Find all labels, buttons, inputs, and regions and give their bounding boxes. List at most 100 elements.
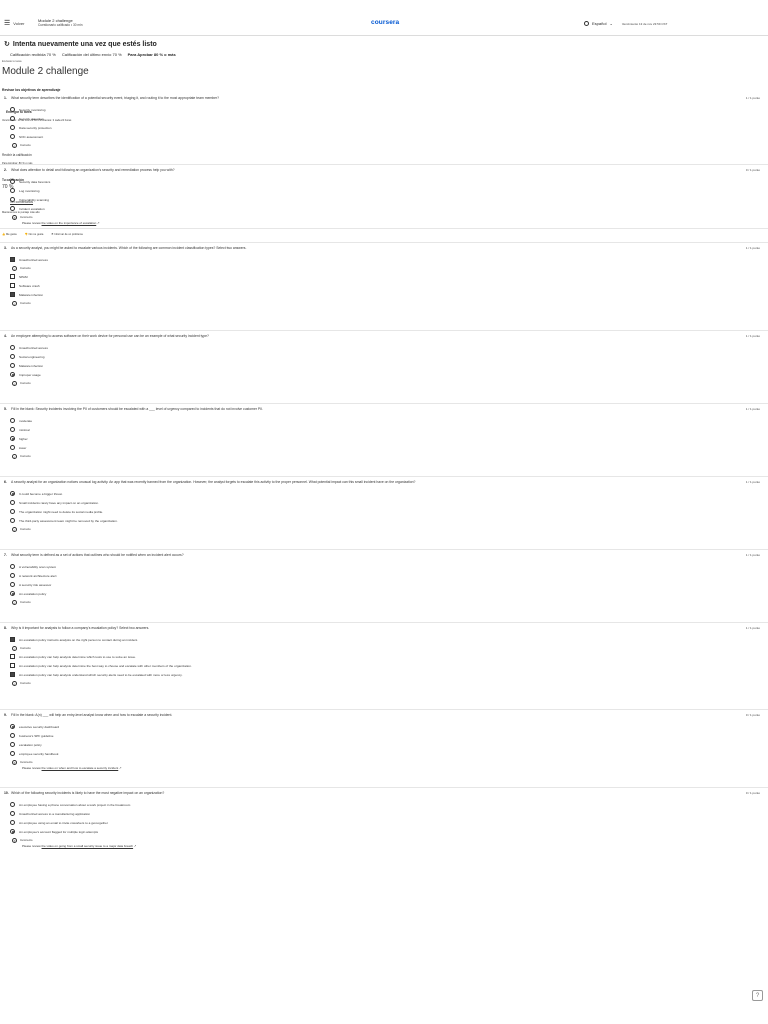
review-video-link[interactable]: the video on when and how to escalate a … <box>42 766 119 770</box>
radio-button[interactable] <box>10 724 15 729</box>
radio-button[interactable] <box>10 509 15 514</box>
checkbox[interactable] <box>10 257 15 262</box>
review-video-link[interactable]: the video on the importance of escalatio… <box>42 221 97 225</box>
answer-option[interactable]: An escalation policy <box>10 589 764 598</box>
answer-option[interactable]: The third-party assessment team might be… <box>10 516 764 525</box>
answer-option[interactable]: Unauthorized access to a manufacturing a… <box>10 809 764 818</box>
help-icon[interactable]: ? <box>752 990 763 1001</box>
answer-option[interactable]: An escalation policy instructs analysts … <box>10 635 764 644</box>
answer-option[interactable]: An employee having a phone conversation … <box>10 800 764 809</box>
answer-option[interactable]: Unauthorized access <box>10 255 764 264</box>
answer-option[interactable]: escalation policy <box>10 740 764 749</box>
radio-button[interactable] <box>10 564 15 569</box>
radio-button[interactable] <box>10 491 15 496</box>
radio-button[interactable] <box>10 354 15 359</box>
checkbox[interactable] <box>10 672 15 677</box>
answer-option[interactable]: Unauthorized access <box>10 343 764 352</box>
checkbox[interactable] <box>10 292 15 297</box>
answer-option[interactable]: business's SPF guideline <box>10 731 764 740</box>
radio-button[interactable] <box>10 107 15 112</box>
radio-button[interactable] <box>10 134 15 139</box>
radio-button[interactable] <box>10 418 15 423</box>
radio-button[interactable] <box>10 573 15 578</box>
answer-option[interactable]: An escalation policy can help analysts d… <box>10 661 764 670</box>
answer-option[interactable]: Social engineering <box>10 352 764 361</box>
radio-button[interactable] <box>10 197 15 202</box>
answer-option[interactable]: higher <box>10 434 764 443</box>
radio-button[interactable] <box>10 591 15 596</box>
learning-objectives-link[interactable]: Revisar los objetivos de aprendizaje <box>2 88 60 92</box>
radio-button[interactable] <box>10 802 15 807</box>
answer-option[interactable]: Software crash <box>10 281 764 290</box>
answer-option[interactable]: A vulnerability scan system <box>10 562 764 571</box>
x-circle-icon: ✕ <box>12 214 17 220</box>
radio-button[interactable] <box>10 363 15 368</box>
answer-option[interactable]: Log monitoring <box>10 186 764 195</box>
answer-option[interactable]: employee security handbook <box>10 749 764 758</box>
report-button[interactable]: ⚑ Informar de un problema <box>51 233 82 236</box>
answer-label: An escalation policy can help analysts u… <box>19 672 183 677</box>
answer-option[interactable]: SOC assessment <box>10 132 764 141</box>
answer-option[interactable]: Vulnerability scanning <box>10 195 764 204</box>
radio-button[interactable] <box>10 742 15 747</box>
answer-option[interactable]: Security monitoring <box>10 105 764 114</box>
answer-option[interactable]: An escalation policy can help analysts d… <box>10 652 764 661</box>
answer-option[interactable]: lower <box>10 443 764 452</box>
answer-option[interactable]: moderate <box>10 416 764 425</box>
radio-button[interactable] <box>10 751 15 756</box>
answer-label: executive security dashboard <box>19 724 60 729</box>
answer-option[interactable]: SPAM <box>10 272 764 281</box>
radio-button[interactable] <box>10 820 15 825</box>
coursera-logo[interactable]: coursera <box>371 19 399 26</box>
answer-option[interactable]: minimal <box>10 425 764 434</box>
answer-option[interactable]: It could become a bigger threat. <box>10 489 764 498</box>
answer-option[interactable]: Small incidents rarely have any impact o… <box>10 498 764 507</box>
radio-button[interactable] <box>10 829 15 834</box>
answer-option[interactable]: Malware infection <box>10 361 764 370</box>
radio-button[interactable] <box>10 582 15 587</box>
answer-option[interactable]: An employee's account flagged for multip… <box>10 827 764 836</box>
checkbox[interactable] <box>10 274 15 279</box>
review-prefix: Please review <box>22 766 41 770</box>
feedback-text: Correcto <box>20 646 31 650</box>
radio-button[interactable] <box>10 179 15 184</box>
language-selector[interactable]: Español ⌄ Vencimiento 13 de nov 23:59 CS… <box>584 21 667 26</box>
dislike-button[interactable]: 👎 No me gusta <box>25 233 44 236</box>
answer-option[interactable]: Security data forensics <box>10 177 764 186</box>
due-date-label: Vencimiento 13 de nov 23:59 CST <box>621 21 668 26</box>
radio-button[interactable] <box>10 188 15 193</box>
result-banner: ↻ Intenta nuevamente una vez que estés l… <box>4 40 176 58</box>
back-button[interactable]: ☰ Volver <box>4 20 24 27</box>
radio-button[interactable] <box>10 116 15 121</box>
answer-option[interactable]: An escalation policy can help analysts u… <box>10 670 764 679</box>
answer-option[interactable]: The organization might need to delete it… <box>10 507 764 516</box>
answer-label: An employee's account flagged for multip… <box>19 829 99 834</box>
radio-button[interactable] <box>10 445 15 450</box>
answer-option[interactable]: A security risk assessor <box>10 580 764 589</box>
answer-option[interactable]: Security detection <box>10 114 764 123</box>
radio-button[interactable] <box>10 733 15 738</box>
review-video-link[interactable]: the video on going from a small security… <box>42 844 134 848</box>
checkbox[interactable] <box>10 283 15 288</box>
checkbox[interactable] <box>10 663 15 668</box>
answer-option[interactable]: A network architecture alert <box>10 571 764 580</box>
radio-button[interactable] <box>10 372 15 377</box>
answer-option[interactable]: Improper usage <box>10 370 764 379</box>
answer-option[interactable]: executive security dashboard <box>10 722 764 731</box>
radio-button[interactable] <box>10 125 15 130</box>
checkbox[interactable] <box>10 654 15 659</box>
radio-button[interactable] <box>10 436 15 441</box>
radio-button[interactable] <box>10 206 15 211</box>
answer-option[interactable]: Incident escalation <box>10 204 764 213</box>
radio-button[interactable] <box>10 427 15 432</box>
radio-button[interactable] <box>10 518 15 523</box>
radio-button[interactable] <box>10 811 15 816</box>
divider <box>0 403 768 404</box>
answer-option[interactable]: An employee using an email to invite cow… <box>10 818 764 827</box>
answer-option[interactable]: Data security protection <box>10 123 764 132</box>
answer-option[interactable]: Malware infection <box>10 290 764 299</box>
like-button[interactable]: 👍 Me gusta <box>2 233 17 236</box>
radio-button[interactable] <box>10 500 15 505</box>
radio-button[interactable] <box>10 345 15 350</box>
checkbox[interactable] <box>10 637 15 642</box>
